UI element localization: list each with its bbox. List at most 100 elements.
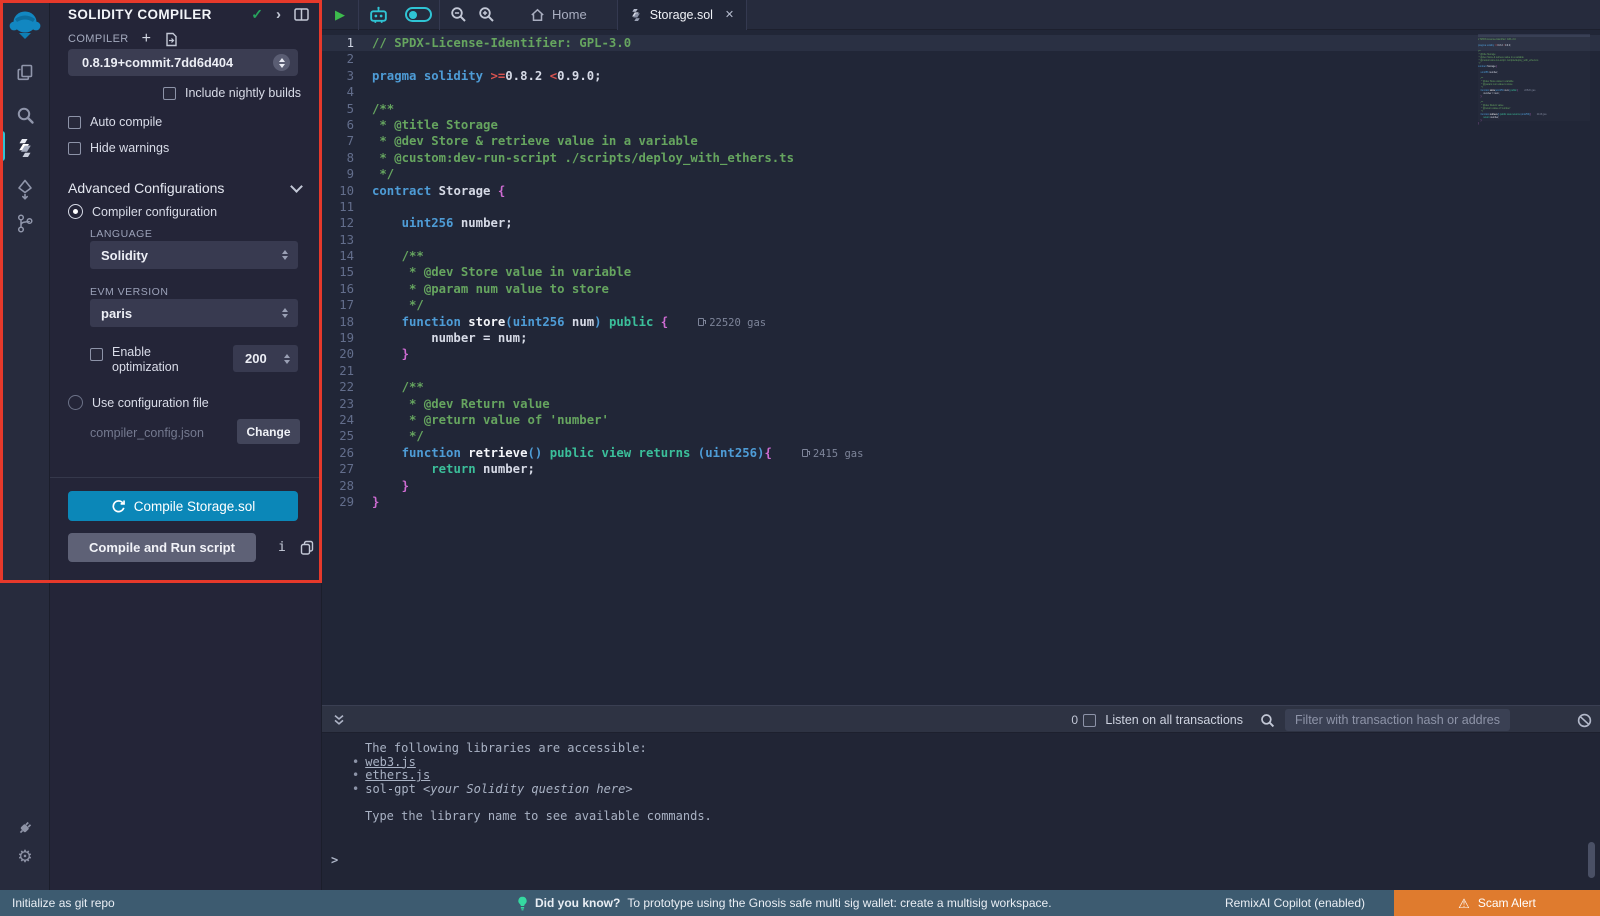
include-nightly-checkbox[interactable] xyxy=(163,87,176,100)
line-number: 21 xyxy=(322,363,372,379)
code-line-21[interactable]: 21 xyxy=(322,363,1600,379)
tab-home[interactable]: Home xyxy=(530,7,587,22)
code-line-18[interactable]: 18 function store(uint256 num) public {2… xyxy=(322,314,1600,330)
code-line-5[interactable]: 5/** xyxy=(322,101,1600,117)
stepper-arrows-icon[interactable] xyxy=(284,354,290,364)
auto-compile-checkbox[interactable] xyxy=(68,116,81,129)
code-line-3[interactable]: 3pragma solidity >=0.8.2 <0.9.0; xyxy=(322,68,1600,84)
code-line-1[interactable]: 1// SPDX-License-Identifier: GPL-3.0 xyxy=(322,35,1600,51)
code-line-6[interactable]: 6 * @title Storage xyxy=(322,117,1600,133)
deploy-run-icon[interactable] xyxy=(0,172,50,206)
use-configuration-file-radio[interactable] xyxy=(68,395,83,410)
line-number: 19 xyxy=(322,330,372,346)
init-git-repo-button[interactable]: Initialize as git repo xyxy=(12,890,115,916)
transaction-filter-input[interactable] xyxy=(1285,709,1510,731)
code-line-29[interactable]: 29} xyxy=(322,494,1600,510)
copilot-status[interactable]: RemixAI Copilot (enabled) xyxy=(1225,890,1365,916)
evm-version-label: EVM VERSION xyxy=(90,286,168,298)
compiler-version-select[interactable]: 0.8.19+commit.7dd6d404 xyxy=(68,49,298,76)
code-line-26[interactable]: 26 function retrieve() public view retur… xyxy=(322,445,1600,461)
terminal-prompt[interactable]: > xyxy=(331,853,338,867)
terminal-library-link[interactable]: web3.js xyxy=(365,755,416,769)
code-line-12[interactable]: 12 uint256 number; xyxy=(322,215,1600,231)
code-line-22[interactable]: 22 /** xyxy=(322,379,1600,395)
code-line-23[interactable]: 23 * @dev Return value xyxy=(322,396,1600,412)
settings-gear-icon[interactable]: ⚙ xyxy=(0,840,50,874)
code-line-16[interactable]: 16 * @param num value to store xyxy=(322,281,1600,297)
plugin-manager-icon[interactable] xyxy=(0,810,50,844)
code-editor[interactable]: 1// SPDX-License-Identifier: GPL-3.023pr… xyxy=(322,30,1600,705)
code-line-9[interactable]: 9 */ xyxy=(322,166,1600,182)
remix-logo-icon[interactable] xyxy=(0,6,50,44)
code-line-10[interactable]: 10contract Storage { xyxy=(322,183,1600,199)
add-compiler-icon[interactable]: + xyxy=(142,31,151,47)
advanced-configurations-toggle[interactable]: Advanced Configurations xyxy=(68,180,301,196)
code-line-7[interactable]: 7 * @dev Store & retrieve value in a var… xyxy=(322,133,1600,149)
hide-warnings-checkbox[interactable] xyxy=(68,142,81,155)
panel-header: SOLIDITY COMPILER ✓ › xyxy=(68,6,309,23)
change-config-button[interactable]: Change xyxy=(237,419,300,444)
import-compiler-icon[interactable] xyxy=(164,32,178,47)
evm-version-select[interactable]: paris xyxy=(90,299,298,327)
split-view-icon[interactable] xyxy=(294,8,309,21)
enable-optimization-checkbox[interactable] xyxy=(90,348,103,361)
panel-chevron-icon[interactable]: › xyxy=(276,6,281,23)
line-number: 28 xyxy=(322,478,372,494)
run-script-button[interactable]: ▶ xyxy=(322,7,358,23)
terminal-library-link[interactable]: ethers.js xyxy=(365,768,430,782)
code-line-2[interactable]: 2 xyxy=(322,51,1600,67)
code-line-14[interactable]: 14 /** xyxy=(322,248,1600,264)
info-icon[interactable]: i xyxy=(278,540,286,555)
code-line-11[interactable]: 11 xyxy=(322,199,1600,215)
code-line-4[interactable]: 4 xyxy=(322,84,1600,100)
compiled-check-icon: ✓ xyxy=(251,6,263,23)
did-you-know-label: Did you know? xyxy=(535,896,620,910)
remix-logo xyxy=(8,9,42,41)
bullet-icon: • xyxy=(352,768,359,782)
code-line-13[interactable]: 13 xyxy=(322,232,1600,248)
compile-and-run-button[interactable]: Compile and Run script xyxy=(68,533,256,562)
clear-console-icon[interactable] xyxy=(1577,713,1592,733)
tab-storage-sol[interactable]: Storage.sol ✕ xyxy=(617,0,747,30)
terminal-scrollbar[interactable] xyxy=(1588,842,1595,878)
hide-warnings-label: Hide warnings xyxy=(90,141,169,155)
compile-button[interactable]: Compile Storage.sol xyxy=(68,491,298,521)
compiler-configuration-radio[interactable] xyxy=(68,204,83,219)
scam-alert-badge[interactable]: ⚠ Scam Alert xyxy=(1394,890,1600,916)
solidity-compiler-icon[interactable] xyxy=(0,131,50,165)
line-number: 3 xyxy=(322,68,372,84)
git-icon[interactable] xyxy=(0,206,50,240)
copilot-toggle[interactable] xyxy=(397,7,439,22)
editor-minimap[interactable]: // SPDX-License-Identifier: GPL-3.0pragm… xyxy=(1478,34,1590,121)
code-line-25[interactable]: 25 */ xyxy=(322,428,1600,444)
code-line-24[interactable]: 24 * @return value of 'number' xyxy=(322,412,1600,428)
terminal-search-icon[interactable] xyxy=(1260,713,1275,733)
tab-close-icon[interactable]: ✕ xyxy=(725,8,734,21)
evm-version-value: paris xyxy=(101,306,132,321)
terminal-collapse-icon[interactable] xyxy=(332,713,346,732)
line-number: 27 xyxy=(322,461,372,477)
line-number: 22 xyxy=(322,379,372,395)
search-icon[interactable] xyxy=(0,98,50,132)
code-line-15[interactable]: 15 * @dev Store value in variable xyxy=(322,264,1600,280)
code-line-19[interactable]: 19 number = num; xyxy=(322,330,1600,346)
code-line-8[interactable]: 8 * @custom:dev-run-script ./scripts/dep… xyxy=(322,150,1600,166)
play-icon: ▶ xyxy=(335,7,345,23)
compiler-label-row: COMPILER + xyxy=(68,31,178,47)
file-explorer-icon[interactable] xyxy=(0,55,50,89)
optimization-runs-input[interactable]: 200 xyxy=(233,345,298,372)
remix-ide-window: ⚙ SOLIDITY COMPILER ✓ › COMPILER + xyxy=(0,0,1600,916)
language-select[interactable]: Solidity xyxy=(90,241,298,269)
code-line-17[interactable]: 17 */ xyxy=(322,297,1600,313)
zoom-in-button[interactable] xyxy=(472,6,500,23)
lightbulb-icon xyxy=(517,896,528,911)
zoom-out-button[interactable] xyxy=(444,6,472,23)
listen-all-transactions-checkbox[interactable] xyxy=(1083,714,1096,727)
code-line-28[interactable]: 28 } xyxy=(322,478,1600,494)
code-line-27[interactable]: 27 return number; xyxy=(322,461,1600,477)
use-configuration-file-label: Use configuration file xyxy=(92,396,209,410)
terminal[interactable]: The following libraries are accessible:•… xyxy=(322,733,1600,890)
ai-copilot-button[interactable] xyxy=(359,6,397,24)
code-line-20[interactable]: 20 } xyxy=(322,346,1600,362)
copy-icon[interactable] xyxy=(300,540,314,555)
